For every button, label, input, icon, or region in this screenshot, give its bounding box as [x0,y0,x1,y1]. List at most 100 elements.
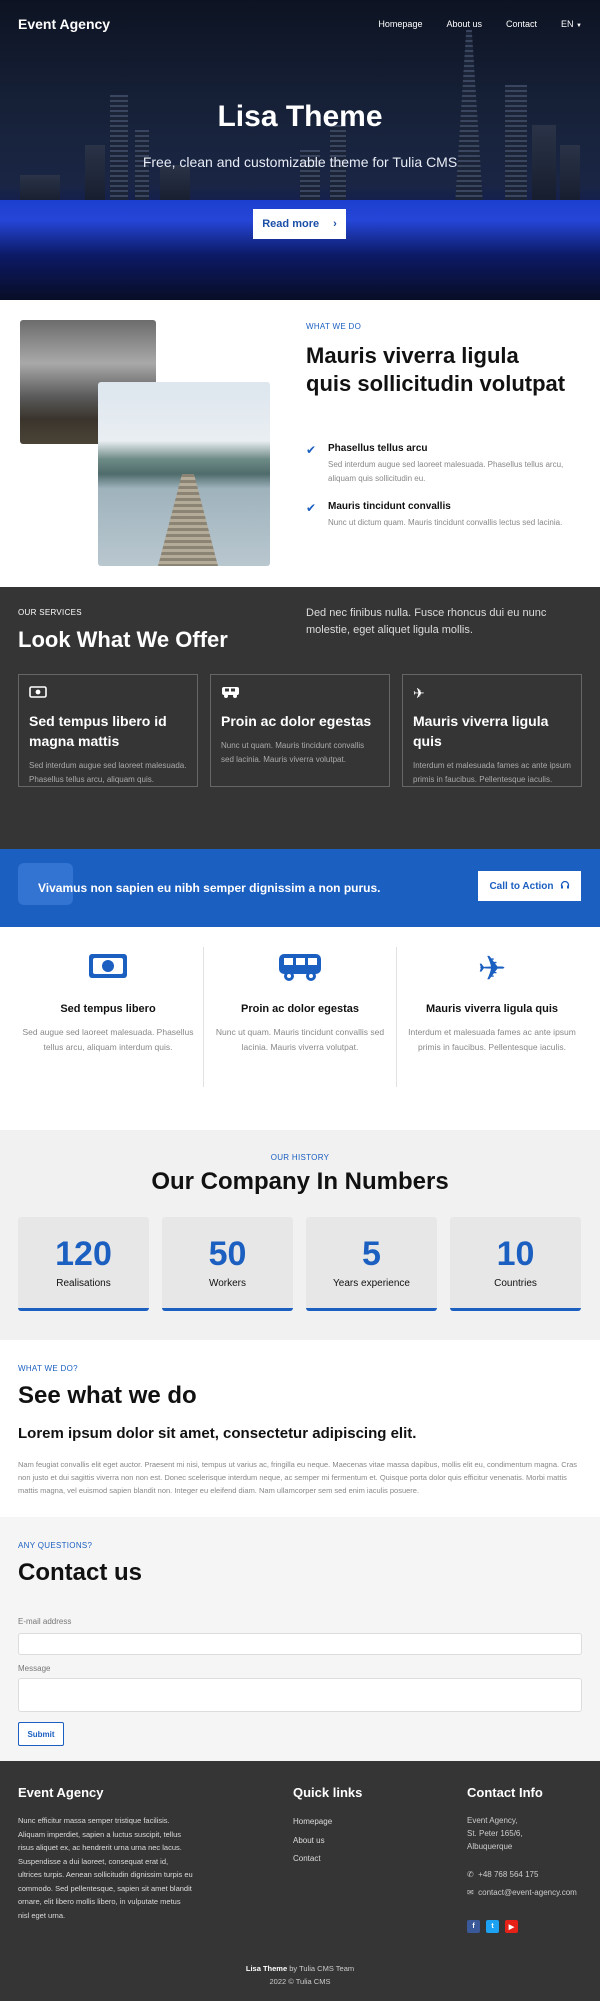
check-icon: ✔ [306,501,317,515]
money-icon [29,685,187,703]
footer-link-contact[interactable]: Contact [293,1854,321,1863]
nav-item-contact[interactable]: Contact [506,19,537,29]
call-to-action-banner: Vivamus non sapien eu nibh semper dignis… [0,849,600,927]
section-eyebrow: ANY QUESTIONS? [18,1541,93,1550]
feature-title: Mauris tincidunt convallis [328,501,451,512]
footer-about-text: Nunc efficitur massa semper tristique fa… [18,1816,193,1920]
plane-icon: ✈ [413,685,425,701]
stat-label: Workers [208,1278,247,1289]
section-eyebrow: WHAT WE DO? [18,1364,78,1373]
facebook-icon[interactable]: f [467,1920,480,1933]
card-text: Interdum et malesuada fames ac ante ipsu… [413,761,571,784]
credit-by: by Tulia CMS Team [287,1964,355,1973]
check-icon: ✔ [306,443,317,457]
service-card: ✈ Mauris viverra ligula quis Interdum et… [402,674,582,787]
envelope-icon: ✉ [467,1888,474,1897]
stat-card: 5 Years experience [306,1217,437,1311]
address-line: Albuquerque [467,1842,513,1851]
twitter-icon[interactable]: t [486,1920,499,1933]
stat-value: 50 [208,1235,247,1273]
submit-button[interactable]: Submit [18,1722,64,1746]
services-section: OUR SERVICES Look What We Offer Ded nec … [0,587,600,849]
email-field[interactable] [18,1633,582,1655]
pier-lake-photo [98,382,270,566]
cta-text: Vivamus non sapien eu nibh semper dignis… [38,881,381,895]
headset-icon [560,880,570,893]
caret-down-icon: ▼ [576,23,582,29]
card-text: Sed interdum augue sed laoreet malesuada… [29,761,187,784]
service-card: Proin ac dolor egestas Nunc ut quam. Mau… [210,674,390,787]
section-eyebrow: OUR SERVICES [18,608,82,617]
feature-text: Sed augue sed laoreet malesuada. Phasell… [22,1027,194,1052]
message-label: Message [18,1664,51,1673]
feature-text: Sed interdum augue sed laoreet malesuada… [328,460,564,483]
section-eyebrow: OUR HISTORY [270,1153,330,1162]
brand-logo[interactable]: Event Agency [18,16,110,32]
nav-item-about-us[interactable]: About us [446,19,482,29]
feature-text: Nunc ut quam. Mauris tincidunt convallis… [215,1027,385,1052]
read-more-label: Read more [262,218,320,230]
email-address: contact@event-agency.com [478,1888,577,1897]
cta-button-label: Call to Action [489,880,554,892]
nav-item-homepage[interactable]: Homepage [378,19,422,29]
card-title: Sed tempus libero id magna mattis [29,713,167,749]
feature-text: Nunc ut dictum quam. Mauris tincidunt co… [328,518,563,527]
stat-value: 5 [362,1235,381,1273]
phone-number: +48 768 564 175 [478,1870,539,1879]
feature-column: Sed tempus libero Sed augue sed laoreet … [18,951,198,1055]
read-more-button[interactable]: Read more › [253,209,346,239]
email-label: E-mail address [18,1617,72,1626]
feature-title: Proin ac dolor egestas [241,1003,359,1015]
feature-column: ✈ Mauris viverra ligula quis Interdum et… [402,951,582,1055]
credit-theme[interactable]: Lisa Theme [246,1964,287,1973]
contact-info-title: Contact Info [467,1785,543,1800]
hero-title: Lisa Theme [217,100,383,133]
feature-column: Proin ac dolor egestas Nunc ut quam. Mau… [210,951,390,1055]
see-what-we-do-section: WHAT WE DO? See what we do Lorem ipsum d… [0,1340,600,1517]
stat-card: 50 Workers [162,1217,293,1311]
language-selector[interactable]: EN ▼ [561,19,582,29]
top-nav: Event Agency Homepage About us Contact E… [0,0,600,48]
section-lead: Ded nec finibus nulla. Fusce rhoncus dui… [306,607,547,636]
feature-title: Sed tempus libero [60,1003,156,1015]
footer-link-about-us[interactable]: About us [293,1836,325,1845]
footer-address: Event Agency, St. Peter 165/6, Albuquerq… [467,1814,523,1853]
stat-label: Countries [494,1278,537,1289]
section-title: See what we do [18,1382,197,1409]
call-to-action-button[interactable]: Call to Action [478,871,581,901]
footer-email[interactable]: ✉ contact@event-agency.com [467,1886,577,1899]
feature-item: ✔ Mauris tincidunt convallis Nunc ut dic… [306,501,566,551]
icon-features-section: Sed tempus libero Sed augue sed laoreet … [0,927,600,1130]
van-icon [221,685,379,703]
address-line: St. Peter 165/6, [467,1829,523,1838]
address-line: Event Agency, [467,1816,518,1825]
van-icon [210,951,390,987]
contact-section: ANY QUESTIONS? Contact us E-mail address… [0,1517,600,1761]
footer-link-homepage[interactable]: Homepage [293,1817,332,1826]
message-field[interactable] [18,1678,582,1712]
card-text: Nunc ut quam. Mauris tincidunt convallis… [221,741,365,764]
chevron-right-icon: › [333,218,337,230]
feature-text: Interdum et malesuada fames ac ante ipsu… [408,1027,576,1052]
stat-label: Realisations [56,1278,111,1289]
youtube-icon[interactable]: ▶ [505,1920,518,1933]
section-title: Mauris viverra ligula quis sollicitudin … [306,343,566,396]
copyright: 2022 © Tulia CMS [269,1977,331,1986]
service-card: Sed tempus libero id magna mattis Sed in… [18,674,198,787]
section-eyebrow: WHAT WE DO [306,322,362,331]
footer-credit: Lisa Theme by Tulia CMS Team 2022 © Tuli… [0,1962,600,1988]
hero-subtitle: Free, clean and customizable theme for T… [142,154,458,170]
section-title: Our Company In Numbers [151,1168,449,1195]
money-icon [18,951,198,987]
section-title: Look What We Offer [18,627,228,652]
stat-card: 120 Realisations [18,1217,149,1311]
section-title: Contact us [18,1559,143,1586]
stat-value: 120 [55,1235,112,1273]
section-subtitle: Lorem ipsum dolor sit amet, consectetur … [18,1425,417,1442]
footer-phone: ✆ +48 768 564 175 [467,1868,538,1881]
quick-links-title: Quick links [293,1785,363,1800]
phone-icon: ✆ [467,1870,474,1879]
language-label: EN [561,19,574,29]
feature-title: Mauris viverra ligula quis [425,1003,559,1015]
footer: Event Agency Nunc efficitur massa semper… [0,1761,600,2001]
